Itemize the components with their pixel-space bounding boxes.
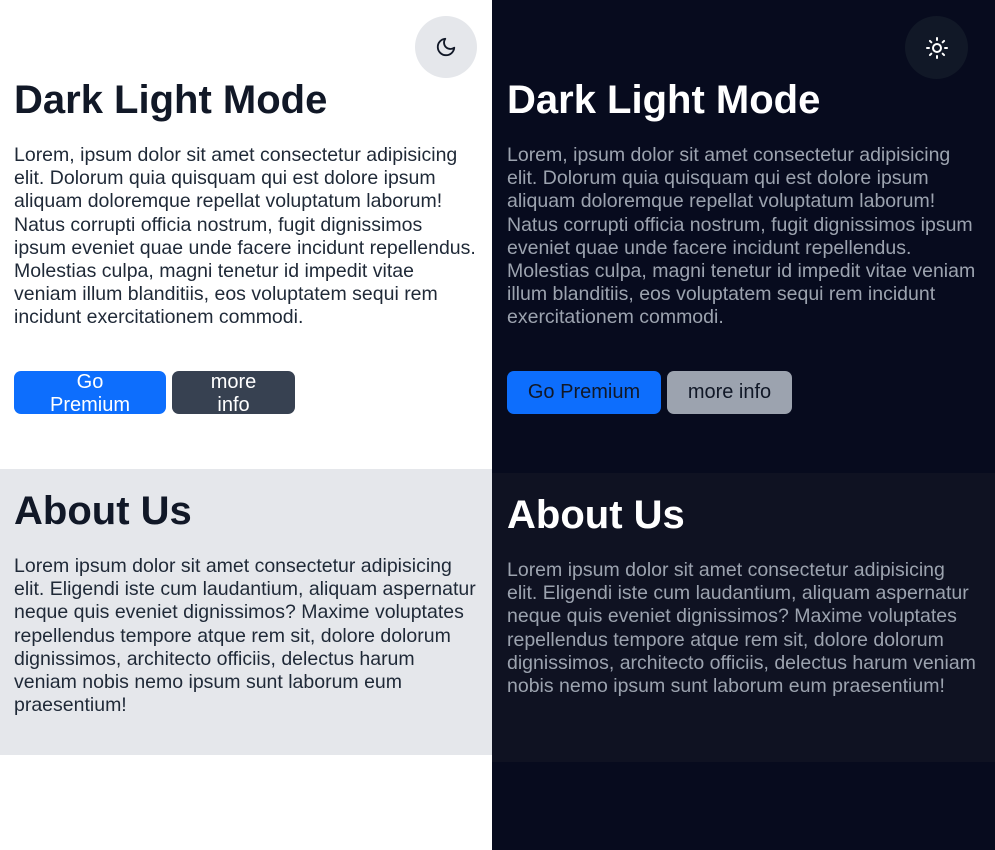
button-row: Go Premium more info xyxy=(507,370,977,414)
hero-section: Dark Light Mode Lorem, ipsum dolor sit a… xyxy=(507,78,977,414)
theme-toggle-button[interactable] xyxy=(905,16,968,79)
dark-mode-panel: Dark Light Mode Lorem, ipsum dolor sit a… xyxy=(492,0,995,850)
more-info-button[interactable]: more info xyxy=(172,370,295,416)
about-section: About Us Lorem ipsum dolor sit amet cons… xyxy=(492,473,995,762)
about-text: Lorem ipsum dolor sit amet consectetur a… xyxy=(14,555,476,717)
page-title: Dark Light Mode xyxy=(507,78,821,122)
about-section: About Us Lorem ipsum dolor sit amet cons… xyxy=(0,469,492,755)
about-text: Lorem ipsum dolor sit amet consectetur a… xyxy=(507,559,976,698)
intro-text: Lorem, ipsum dolor sit amet consectetur … xyxy=(507,144,976,329)
go-premium-button[interactable]: Go Premium xyxy=(14,370,166,416)
about-title: About Us xyxy=(14,489,192,533)
more-info-button[interactable]: more info xyxy=(667,370,792,414)
go-premium-button[interactable]: Go Premium xyxy=(507,370,661,414)
about-title: About Us xyxy=(507,493,685,537)
button-row: Go Premium more info xyxy=(14,370,479,416)
sun-icon xyxy=(925,36,948,59)
page-title: Dark Light Mode xyxy=(14,78,328,122)
intro-text: Lorem, ipsum dolor sit amet consectetur … xyxy=(14,144,476,329)
moon-icon xyxy=(436,37,456,57)
theme-toggle-button[interactable] xyxy=(415,16,477,78)
hero-section: Dark Light Mode Lorem, ipsum dolor sit a… xyxy=(14,78,479,416)
light-mode-panel: Dark Light Mode Lorem, ipsum dolor sit a… xyxy=(0,0,492,850)
